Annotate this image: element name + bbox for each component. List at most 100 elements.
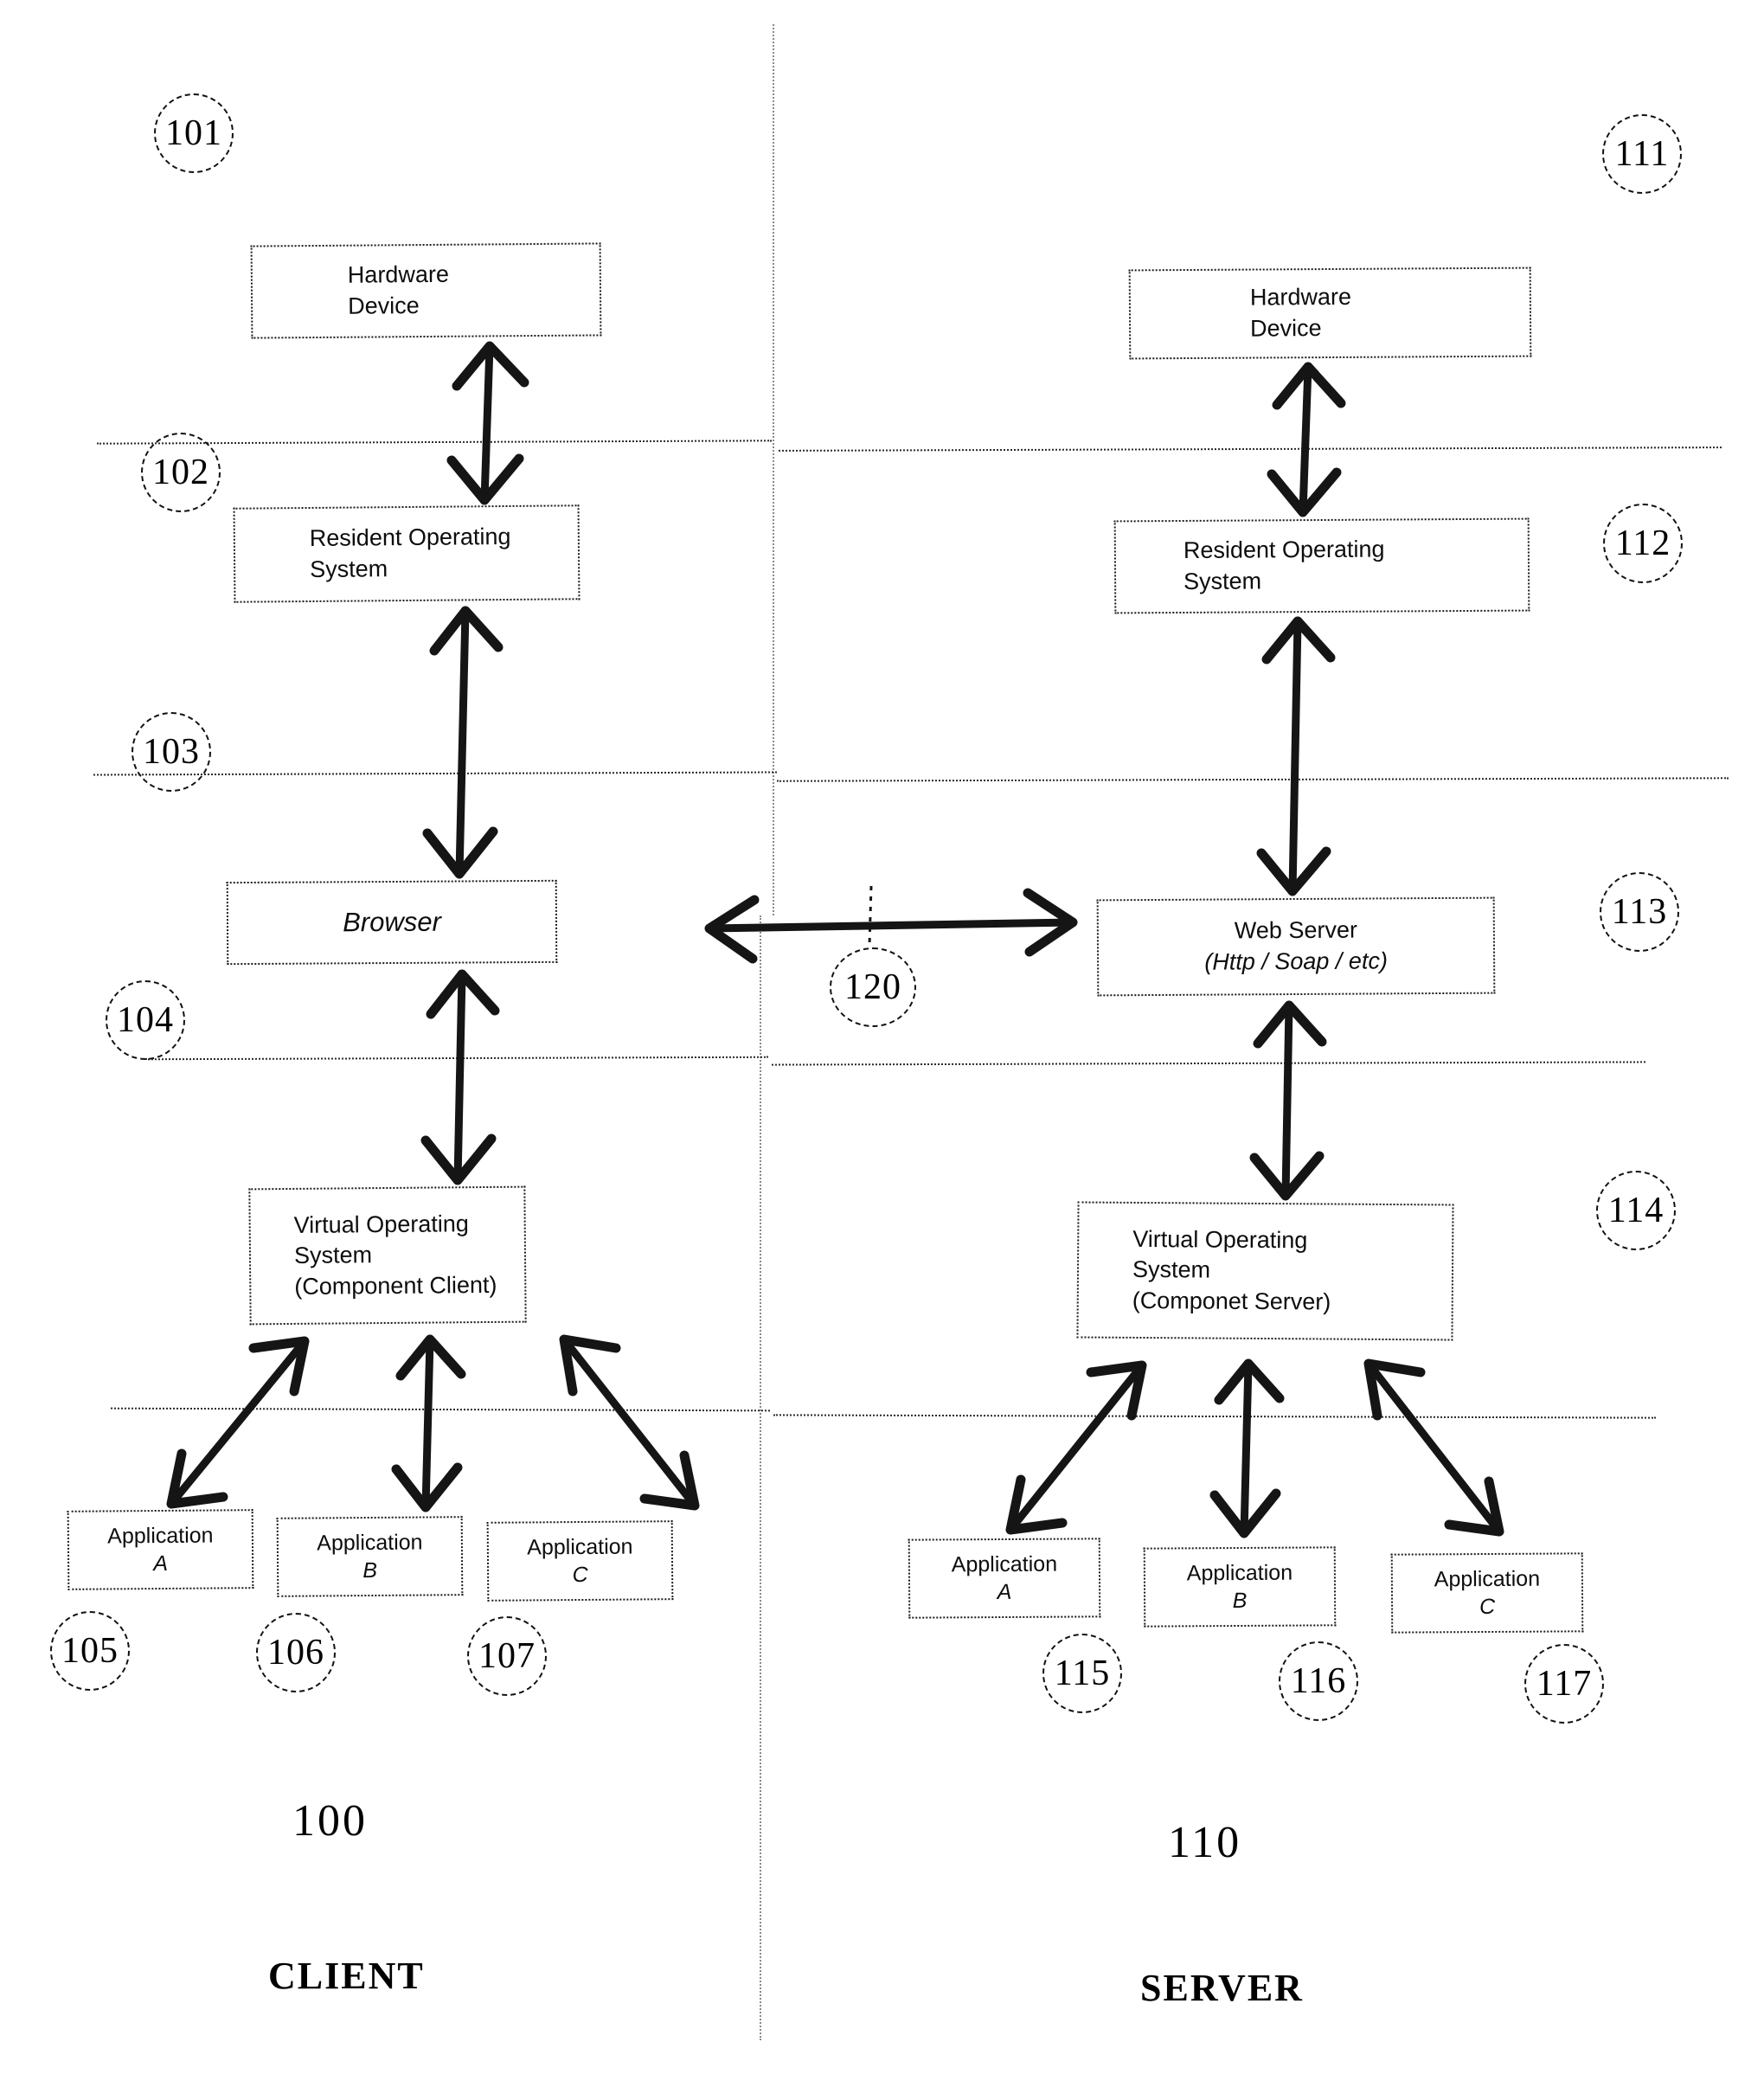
server-application-a-box[interactable]: Application A [908,1538,1101,1619]
server-application-a-line2: A [997,1579,1012,1605]
server-application-c-line2: C [1479,1594,1496,1620]
client-server-separator-lower [760,915,761,2040]
layer-divider-os-server [776,777,1729,782]
ref-114-bubble: 114 [1596,1171,1676,1250]
server-web-server-line1: Web Server [1234,916,1358,944]
server-resident-os-line2: System [1183,568,1262,594]
client-system-label: CLIENT [268,1954,425,1998]
client-resident-os-line2: System [310,555,388,582]
layer-divider-browser-client [144,1056,769,1061]
ref-106-bubble: 106 [256,1613,336,1692]
server-web-server-line2: (Http / Soap / etc) [1204,947,1388,975]
client-application-b-box[interactable]: Application B [276,1516,464,1597]
client-system-number-text: 100 [292,1796,368,1846]
client-resident-os-box[interactable]: Resident Operating System [233,504,581,603]
ref-111-label: 111 [1614,134,1670,174]
server-virtual-os-line1: Virtual Operating [1132,1225,1308,1253]
layer-divider-hardware-server [778,446,1722,452]
server-system-label-text: SERVER [1140,1967,1304,2009]
ref-105-label: 105 [61,1631,119,1671]
ref-116-label: 116 [1290,1661,1347,1701]
arrow-client-virtualos-to-app-a [166,1336,310,1509]
layer-divider-app-server [773,1414,1657,1419]
client-virtual-os-line1: Virtual Operating [293,1210,469,1238]
server-virtual-os-line3: (Componet Server) [1132,1287,1331,1315]
arrow-server-hardware-to-os [1267,362,1346,517]
client-system-number: 100 [292,1795,368,1846]
ref-113-label: 113 [1611,892,1668,932]
client-virtual-os-box[interactable]: Virtual Operating System (Component Clie… [248,1185,527,1326]
ref-113-bubble: 113 [1600,872,1679,952]
server-system-label: SERVER [1140,1966,1304,2010]
server-resident-os-line1: Resident Operating [1183,536,1385,564]
server-application-b-box[interactable]: Application B [1143,1546,1337,1628]
ref-104-label: 104 [117,1000,174,1040]
arrow-client-hardware-to-os [446,341,529,505]
server-resident-os-box[interactable]: Resident Operating System [1113,517,1530,614]
client-hardware-device-box[interactable]: Hardware Device [250,242,602,339]
server-system-number: 110 [1168,1817,1241,1868]
ref-117-label: 117 [1536,1664,1593,1704]
client-application-a-line1: Application [107,1523,214,1548]
ref-112-bubble: 112 [1603,504,1683,583]
client-application-a-line2: A [153,1551,169,1576]
server-application-c-box[interactable]: Application C [1390,1552,1584,1634]
ref-112-label: 112 [1614,523,1671,563]
ref-120-label: 120 [844,967,901,1007]
client-resident-os-line1: Resident Operating [309,523,511,552]
figure-canvas: 101 Hardware Device 102 Resident Operati… [0,0,1764,2087]
client-server-separator [773,24,774,915]
server-application-a-line1: Application [951,1551,1058,1576]
server-hardware-device-line1: Hardware [1249,284,1352,311]
ref-107-label: 107 [478,1636,536,1676]
server-virtual-os-box[interactable]: Virtual Operating System (Componet Serve… [1076,1201,1454,1341]
layer-divider-browser-server [771,1061,1646,1066]
arrow-client-browser-to-virtualos [420,969,500,1185]
ref-103-label: 103 [143,732,200,772]
server-application-b-line2: B [1232,1588,1248,1614]
ref-120-bubble: 120 [830,947,916,1027]
client-application-b-line1: Application [317,1530,423,1555]
ref-117-bubble: 117 [1524,1644,1604,1724]
client-virtual-os-line2: System [293,1242,373,1269]
ref-115-bubble: 115 [1042,1634,1122,1713]
arrow-server-virtualos-to-app-b [1209,1358,1285,1538]
client-browser-box[interactable]: Browser [226,879,558,966]
arrow-client-virtualos-to-app-c [559,1334,700,1511]
ref-114-label: 114 [1607,1191,1665,1230]
client-browser-label: Browser [343,906,441,937]
server-application-c-line1: Application [1434,1566,1541,1591]
ref-116-bubble: 116 [1279,1641,1358,1721]
ref-115-label: 115 [1054,1654,1111,1693]
arrow-server-webserver-to-virtualos [1249,1000,1327,1201]
client-application-c-line1: Application [527,1534,633,1559]
client-hardware-device-line2: Device [348,292,420,319]
ref-101-label: 101 [165,113,222,153]
ref-102-label: 102 [152,453,209,492]
client-virtual-os-line3: (Component Client) [294,1271,497,1300]
arrow-browser-to-webserver-120 [704,885,1078,964]
layer-divider-app-client [110,1407,771,1412]
ref-106-label: 106 [267,1633,324,1673]
arrow-server-virtualos-to-app-c [1363,1358,1504,1537]
ref-107-bubble: 107 [467,1616,547,1696]
client-application-b-line2: B [362,1557,378,1583]
arrow-client-os-to-browser [422,606,504,879]
server-hardware-device-box[interactable]: Hardware Device [1128,266,1532,360]
ref-101-bubble: 101 [154,93,234,173]
arrow-server-os-to-webserver [1256,616,1336,896]
ref-111-bubble: 111 [1602,114,1682,194]
client-application-c-line2: C [572,1562,588,1588]
server-web-server-box[interactable]: Web Server (Http / Soap / etc) [1096,896,1496,997]
client-application-c-box[interactable]: Application C [486,1520,674,1602]
server-hardware-device-line2: Device [1250,315,1322,342]
client-hardware-device-line1: Hardware [347,261,450,289]
client-application-a-box[interactable]: Application A [67,1509,254,1590]
ref-105-bubble: 105 [50,1611,130,1691]
client-system-label-text: CLIENT [268,1955,425,1997]
arrow-client-virtualos-to-app-b [391,1334,466,1512]
ref-104-bubble: 104 [106,980,185,1060]
server-virtual-os-line2: System [1132,1256,1211,1283]
server-system-number-text: 110 [1168,1818,1242,1867]
server-application-b-line1: Application [1186,1560,1293,1585]
